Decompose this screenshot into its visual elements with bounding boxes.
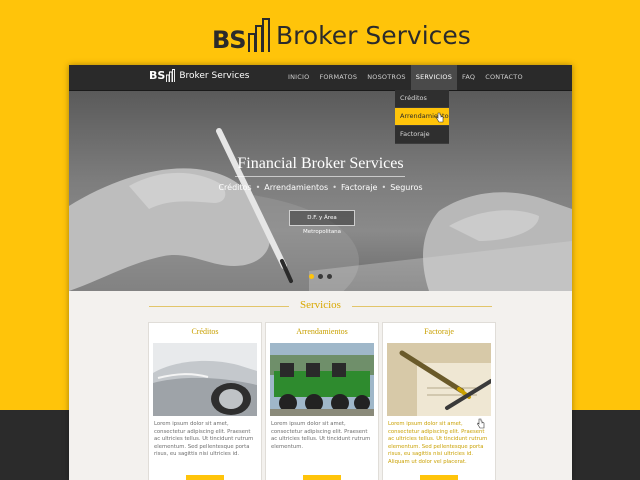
- slider-dot-1[interactable]: [309, 274, 314, 279]
- nav-item-contacto[interactable]: CONTACTO: [480, 65, 528, 90]
- brand-header: BS Broker Services: [212, 15, 471, 55]
- hero-link-creditos[interactable]: Créditos: [218, 183, 251, 192]
- hero-divider: [235, 176, 405, 177]
- section-title: Servicios: [300, 299, 341, 311]
- card-title: Factoraje: [424, 327, 454, 336]
- servicios-dropdown: Créditos Arrendamiento Factoraje: [395, 90, 449, 144]
- card-text: Lorem ipsum dolor sit amet, consectetur …: [154, 421, 254, 458]
- site-topbar: BS Broker Services INICIO FORMATOS NOSOT…: [69, 65, 572, 91]
- service-card-factoraje: Factoraje Lorem ipsum dolor sit amet, co…: [382, 322, 496, 480]
- pen-signature-image: [387, 343, 491, 416]
- nav-item-inicio[interactable]: INICIO: [283, 65, 314, 90]
- site-logo[interactable]: BS Broker Services: [149, 69, 249, 82]
- card-more-button[interactable]: [303, 475, 341, 480]
- card-text: Lorem ipsum dolor sit amet, consectetur …: [271, 421, 371, 450]
- nav-item-servicios[interactable]: SERVICIOS: [410, 65, 458, 90]
- slider-dots: [309, 274, 332, 279]
- bars-icon: [166, 69, 176, 82]
- slider-dot-2[interactable]: [318, 274, 323, 279]
- brand-logo: BS: [212, 16, 270, 54]
- service-card-creditos: Créditos Lorem ipsum dolor sit amet, con…: [148, 322, 262, 480]
- dropdown-item-creditos[interactable]: Créditos: [395, 90, 449, 108]
- card-more-button[interactable]: [186, 475, 224, 480]
- brand-logo-text: BS: [212, 26, 247, 54]
- dropdown-item-factoraje[interactable]: Factoraje: [395, 126, 449, 144]
- bullet-separator: •: [255, 183, 261, 192]
- section-divider-right: [352, 306, 492, 307]
- hero-link-factoraje[interactable]: Factoraje: [341, 183, 378, 192]
- dropdown-item-arrendamiento[interactable]: Arrendamiento: [395, 108, 449, 126]
- nav-item-nosotros[interactable]: NOSOTROS: [362, 65, 411, 90]
- website-preview: BS Broker Services INICIO FORMATOS NOSOT…: [69, 65, 572, 480]
- slider-dot-3[interactable]: [327, 274, 332, 279]
- hero-slider: Financial Broker Services Créditos • Arren…: [69, 91, 572, 291]
- bullet-separator: •: [332, 183, 337, 192]
- bars-icon: [248, 18, 270, 52]
- car-image: [153, 343, 257, 416]
- main-nav: INICIO FORMATOS NOSOTROS SERVICIOS FAQ C…: [283, 65, 528, 90]
- card-title: Arrendamientos: [296, 327, 348, 336]
- hero-link-seguros[interactable]: Seguros: [390, 183, 422, 192]
- hero-link-arrendamientos[interactable]: Arrendamientos: [264, 183, 328, 192]
- hand-cursor-icon: [477, 418, 485, 429]
- hand-cursor-icon: [436, 112, 444, 123]
- hero-service-links: Créditos • Arrendamientos • Factoraje • Seguro…: [69, 183, 572, 192]
- nav-item-faq[interactable]: FAQ: [457, 65, 480, 90]
- nav-item-formatos[interactable]: FORMATOS: [314, 65, 362, 90]
- hero-title: Financial Broker Services: [237, 155, 404, 172]
- site-name: Broker Services: [179, 70, 250, 81]
- location-button[interactable]: D.F. y Área Metropolitana: [289, 210, 355, 235]
- bullet-separator: •: [381, 183, 387, 192]
- brand-name: Broker Services: [276, 20, 471, 50]
- card-more-button[interactable]: [420, 475, 458, 480]
- site-logo-text: BS: [149, 69, 166, 82]
- tractors-image: [270, 343, 374, 416]
- card-title: Créditos: [191, 327, 219, 336]
- card-text: Lorem ipsum dolor sit amet, consectetur …: [388, 421, 488, 465]
- service-card-arrendamientos: Arrendamientos Lorem ipsum dolor sit ame…: [265, 322, 379, 480]
